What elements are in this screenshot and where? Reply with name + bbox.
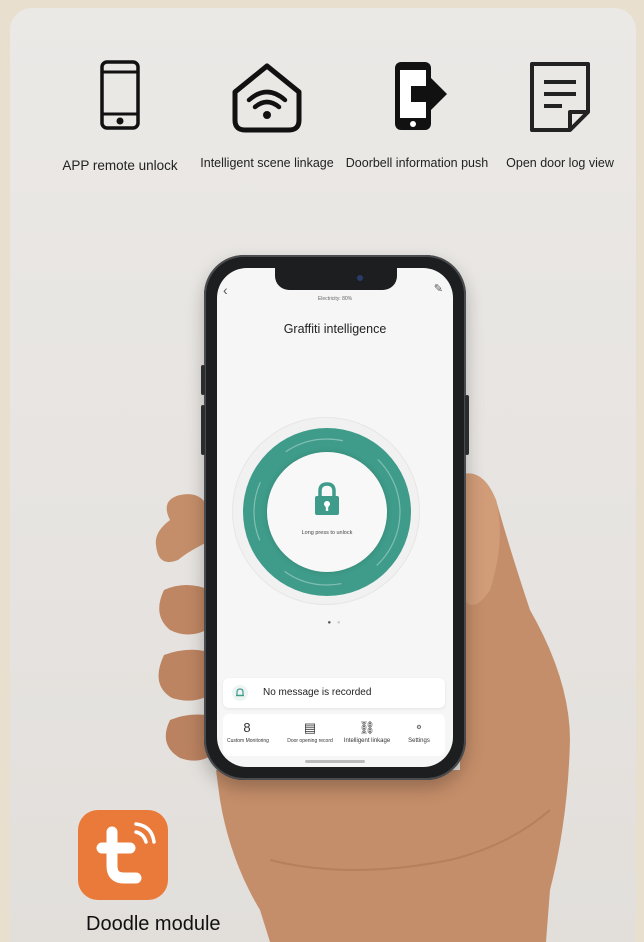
tab-door-opening-record[interactable]: ▤ Door opening record <box>283 718 337 744</box>
page-indicator: ● ● <box>327 620 343 626</box>
smartphone-mockup: ‹ ✎ Electricity: 80% Graffiti intelligen… <box>201 255 469 780</box>
feature-label: Doorbell information push <box>345 156 489 170</box>
monitoring-count: 8 <box>243 720 251 735</box>
brand-name: Doodle module <box>86 913 221 935</box>
link-icon: ⛓ <box>358 720 376 735</box>
feature-label: Intelligent scene linkage <box>200 156 334 170</box>
app-title: Graffiti intelligence <box>283 322 387 336</box>
tab-label: Door opening record <box>287 738 333 744</box>
smartphone-icon <box>100 60 140 130</box>
unlock-hint: Long press to unlock <box>301 530 353 536</box>
tuya-t-icon <box>96 822 156 884</box>
battery-status: Electricity: 80% <box>317 296 353 302</box>
feature-doorbell-push: Doorbell information push <box>342 60 492 170</box>
bottom-tab-bar: 8 Custom Monitoring ▤ Door opening recor… <box>223 714 445 756</box>
lock-icon <box>315 482 339 515</box>
tab-label: Settings <box>408 738 430 744</box>
tab-label: Custom Monitoring <box>227 738 269 744</box>
tab-label: Intelligent linkage <box>343 738 391 744</box>
settings-icon: ⚙ <box>416 725 422 731</box>
feature-scene-linkage: Intelligent scene linkage <box>192 60 342 170</box>
wifi-home-icon <box>232 63 302 133</box>
bell-icon <box>232 685 248 701</box>
app-screen: ‹ ✎ Electricity: 80% Graffiti intelligen… <box>217 268 453 767</box>
tab-intelligent-linkage[interactable]: ⛓ Intelligent linkage <box>339 718 395 744</box>
document-log-icon <box>530 62 590 132</box>
feature-door-log: Open door log view <box>485 60 635 170</box>
edit-icon[interactable]: ✎ <box>434 282 443 295</box>
feature-label: Open door log view <box>506 156 614 170</box>
tab-settings[interactable]: ⚙ Settings <box>397 718 441 744</box>
tuya-logo <box>78 810 168 900</box>
record-icon: ▤ <box>303 720 317 735</box>
tab-custom-monitoring[interactable]: 8 Custom Monitoring <box>227 718 269 744</box>
home-indicator <box>305 760 365 763</box>
phone-notch <box>275 268 397 290</box>
feature-label: APP remote unlock <box>62 158 178 173</box>
feature-remote-unlock: APP remote unlock <box>45 60 195 173</box>
phone-push-icon <box>395 62 447 130</box>
message-card[interactable]: No message is recorded <box>223 678 445 708</box>
message-text: No message is recorded <box>263 687 372 698</box>
